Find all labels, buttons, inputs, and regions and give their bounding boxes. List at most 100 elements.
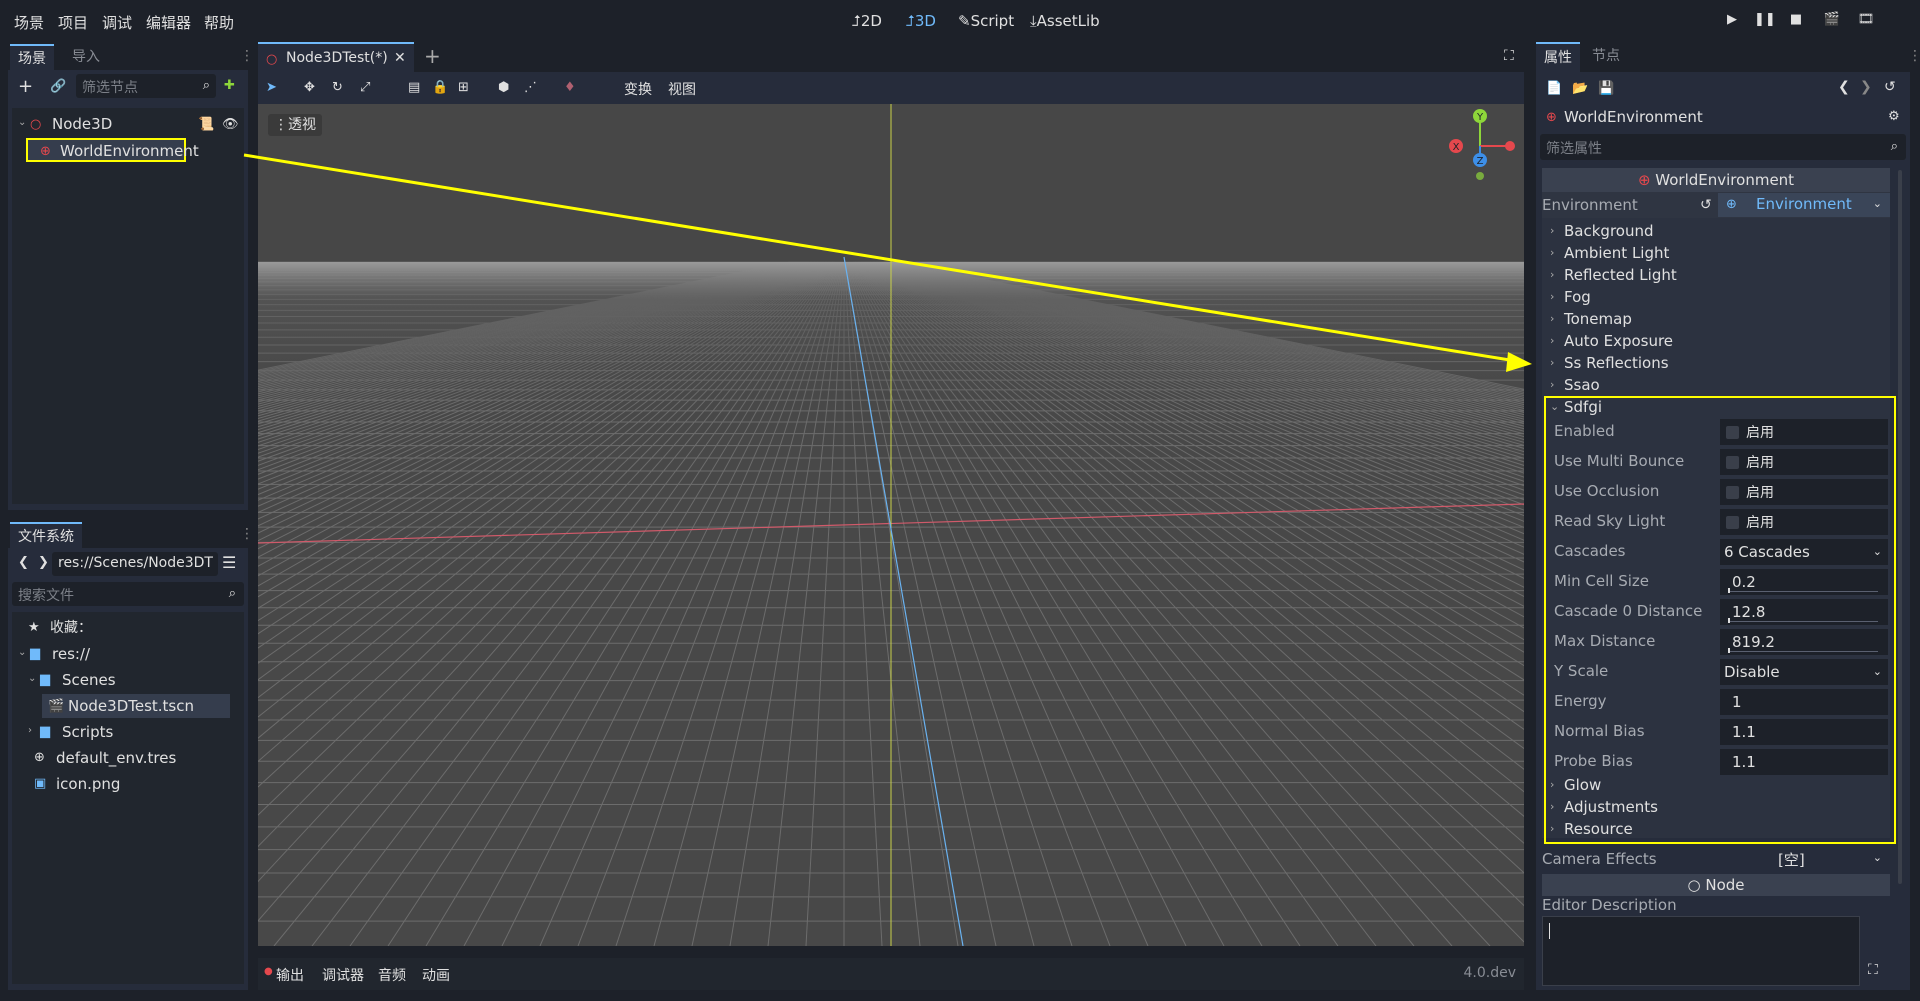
axis-gizmo[interactable]: Y X Z xyxy=(1436,104,1516,184)
dock-menu-icon[interactable]: ⋮ xyxy=(1908,48,1920,64)
play-scene-button[interactable]: 🎬 xyxy=(1822,10,1842,30)
move-tool-icon[interactable]: ✥ xyxy=(304,81,315,94)
chevron-down-icon[interactable]: ⌄ xyxy=(18,118,26,128)
category-resource[interactable]: › Resource xyxy=(1546,818,1886,840)
script-attached-icon[interactable]: 📜 xyxy=(198,118,214,131)
tree-item-scripts[interactable]: › ▆ Scripts xyxy=(26,720,240,744)
link-icon[interactable]: 🔗 xyxy=(50,80,66,93)
tree-item-favorites[interactable]: ★ 收藏： xyxy=(20,616,240,640)
category-reflected-light[interactable]: › Reflected Light xyxy=(1546,264,1886,286)
tab-output[interactable]: 输出 xyxy=(276,965,304,985)
tree-item-default-env[interactable]: ⊕ default_env.tres xyxy=(26,746,240,770)
scene-filter-input[interactable]: 筛选节点 ⌕ xyxy=(76,74,216,98)
stop-button[interactable]: ■ xyxy=(1786,10,1806,30)
transform-menu[interactable]: 变换 xyxy=(624,79,652,99)
tab-node3dtest[interactable]: ○ Node3DTest(*) ✕ xyxy=(258,42,414,72)
new-resource-icon[interactable]: 📄 xyxy=(1546,82,1562,95)
list-select-icon[interactable]: ▤ xyxy=(408,81,420,94)
workspace-script-button[interactable]: ✎Script xyxy=(958,12,1014,30)
enable-checkbox[interactable]: 启用 xyxy=(1720,509,1888,535)
visibility-eye-icon[interactable]: 👁 xyxy=(222,118,239,131)
tab-scene[interactable]: 场景 xyxy=(10,44,54,70)
tree-item-res[interactable]: ⌄ ▆ res:// xyxy=(16,642,240,666)
expand-textarea-icon[interactable]: ⛶ xyxy=(1868,962,1878,978)
editor-description-textarea[interactable] xyxy=(1542,916,1860,986)
open-folder-icon[interactable]: 📂 xyxy=(1572,82,1588,95)
value-field[interactable]: 1.1 xyxy=(1720,719,1888,745)
local-space-icon[interactable]: ⬢ xyxy=(498,81,509,94)
category-ss-reflections[interactable]: › Ss Reflections xyxy=(1546,352,1886,374)
enable-checkbox[interactable]: 启用 xyxy=(1720,419,1888,445)
category-fog[interactable]: › Fog xyxy=(1546,286,1886,308)
value-field[interactable]: 1.1 xyxy=(1720,749,1888,775)
value-field[interactable]: 1 xyxy=(1720,689,1888,715)
tree-item-icon-png[interactable]: ▣ icon.png xyxy=(26,772,240,796)
gizmo-y-negative-handle[interactable] xyxy=(1476,172,1484,180)
option-select[interactable]: 6 Cascades ⌄ xyxy=(1720,539,1888,565)
pause-button[interactable]: ❚❚ xyxy=(1754,10,1776,30)
3d-viewport[interactable]: ⋮透视 Y X Z xyxy=(258,104,1524,946)
option-select[interactable]: Disable ⌄ xyxy=(1720,659,1888,685)
tab-audio[interactable]: 音频 xyxy=(378,965,406,985)
menu-scene[interactable]: 场景 xyxy=(14,12,44,33)
menu-help[interactable]: 帮助 xyxy=(204,12,234,33)
chevron-right-icon[interactable]: › xyxy=(28,726,32,736)
revert-icon[interactable]: ↺ xyxy=(1700,197,1712,213)
split-view-icon[interactable]: ☰ xyxy=(222,555,236,571)
gizmo-x-positive-handle[interactable] xyxy=(1505,141,1515,151)
category-sdfgi[interactable]: ⌄ Sdfgi xyxy=(1546,396,1886,418)
tree-item-node3d[interactable]: ⌄ ○ Node3D 📜 👁 xyxy=(16,112,240,136)
category-background[interactable]: › Background xyxy=(1546,220,1886,242)
play-button[interactable]: ▶ xyxy=(1722,10,1742,30)
category-ssao[interactable]: › Ssao xyxy=(1546,374,1886,396)
value-field[interactable]: 0.2 xyxy=(1720,569,1888,595)
history-icon[interactable]: ↺ xyxy=(1884,80,1896,94)
category-tonemap[interactable]: › Tonemap xyxy=(1546,308,1886,330)
new-tab-icon[interactable]: + xyxy=(424,44,441,68)
play-custom-scene-button[interactable]: 🎞 xyxy=(1856,10,1876,30)
value-field[interactable]: 12.8 xyxy=(1720,599,1888,625)
property-filter-input[interactable]: 筛选属性 ⌕ xyxy=(1540,134,1906,160)
workspace-2d-button[interactable]: ⮥2D xyxy=(852,12,882,30)
forward-arrow-icon[interactable]: ❯ xyxy=(38,556,49,569)
category-auto-exposure[interactable]: › Auto Exposure xyxy=(1546,330,1886,352)
category-ambient-light[interactable]: › Ambient Light xyxy=(1546,242,1886,264)
tree-item-scenes[interactable]: ⌄ ▆ Scenes xyxy=(26,668,240,692)
camera-effects-picker[interactable]: [空] ⌄ xyxy=(1718,847,1890,871)
dock-menu-icon[interactable]: ⋮ xyxy=(240,48,254,64)
tab-animation[interactable]: 动画 xyxy=(422,965,450,985)
workspace-assetlib-button[interactable]: ⤓AssetLib xyxy=(1030,12,1100,30)
enable-checkbox[interactable]: 启用 xyxy=(1720,479,1888,505)
environment-resource-picker[interactable]: ⊕ Environment ⌄ xyxy=(1718,193,1890,217)
workspace-3d-button[interactable]: ⮥3D xyxy=(906,12,936,30)
category-adjustments[interactable]: › Adjustments xyxy=(1546,796,1886,818)
view-menu[interactable]: 视图 xyxy=(668,79,696,99)
tab-filesystem[interactable]: 文件系统 xyxy=(10,522,82,548)
lock-icon[interactable]: 🔒 xyxy=(432,81,448,94)
tree-item-node3dtest-tscn[interactable]: 🎬 Node3DTest.tscn xyxy=(42,694,230,718)
history-forward-icon[interactable]: ❯ xyxy=(1860,80,1872,94)
camera-preview-icon[interactable]: ♦ xyxy=(564,81,576,94)
chevron-down-icon[interactable]: ⌄ xyxy=(28,674,36,684)
inspector-scrollbar[interactable] xyxy=(1898,170,1902,884)
menu-project[interactable]: 项目 xyxy=(58,12,88,33)
tab-debugger[interactable]: 调试器 xyxy=(322,965,364,985)
property-tools-icon[interactable]: ⚙ xyxy=(1888,110,1900,123)
chevron-down-icon[interactable]: ⌄ xyxy=(18,648,26,658)
select-tool-icon[interactable]: ➤ xyxy=(266,81,277,94)
add-node-icon[interactable]: + xyxy=(18,78,33,96)
save-icon[interactable]: 💾 xyxy=(1598,82,1614,95)
scale-tool-icon[interactable]: ⤢ xyxy=(360,81,370,94)
menu-debug[interactable]: 调试 xyxy=(102,12,132,33)
category-glow[interactable]: › Glow xyxy=(1546,774,1886,796)
dock-menu-icon[interactable]: ⋮ xyxy=(240,526,254,542)
close-tab-icon[interactable]: ✕ xyxy=(394,44,406,72)
perspective-menu[interactable]: ⋮透视 xyxy=(268,114,322,136)
tab-import[interactable]: 导入 xyxy=(64,44,108,70)
back-arrow-icon[interactable]: ❮ xyxy=(18,556,29,569)
rotate-tool-icon[interactable]: ↻ xyxy=(332,81,343,94)
enable-checkbox[interactable]: 启用 xyxy=(1720,449,1888,475)
snap-icon[interactable]: ⋰ xyxy=(524,81,537,94)
history-back-icon[interactable]: ❮ xyxy=(1838,80,1850,94)
group-icon[interactable]: ⊞ xyxy=(458,81,469,94)
